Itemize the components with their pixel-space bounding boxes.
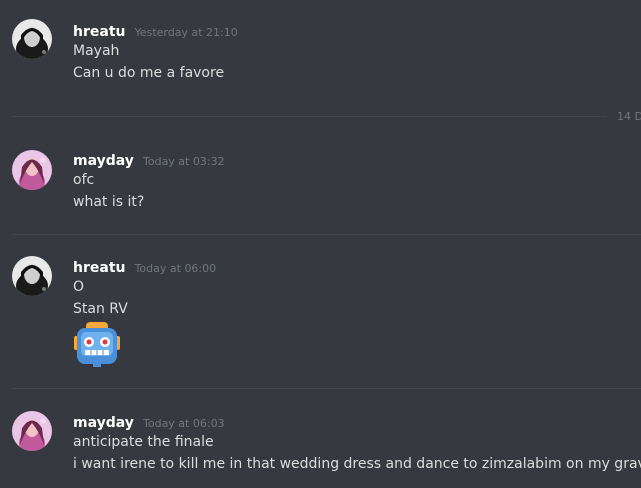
message-text: i want irene to kill me in that wedding … [73,456,641,472]
timestamp[interactable]: Yesterday at 21:10 [135,26,238,39]
avatar-hreatu[interactable] [12,256,52,296]
message-text: Mayah [73,43,120,59]
username[interactable]: mayday [73,415,134,431]
message-text: what is it? [73,194,145,210]
message-header: hreatu Yesterday at 21:10 [73,21,238,40]
timestamp[interactable]: Today at 06:00 [135,262,217,275]
username[interactable]: hreatu [73,24,125,40]
avatar-hreatu[interactable] [12,19,52,59]
message-text: Can u do me a favore [73,65,225,81]
username[interactable]: mayday [73,153,134,169]
message-header: mayday Today at 03:32 [73,150,225,169]
message-text: O [73,279,85,295]
robot-emoji-icon[interactable] [73,322,121,368]
message-header: mayday Today at 06:03 [73,412,225,431]
message-header: hreatu Today at 06:00 [73,257,216,276]
date-divider-label: 14 D [617,110,641,123]
message-divider [12,234,641,235]
message-divider [12,388,641,389]
username[interactable]: hreatu [73,260,125,276]
message-text: Stan RV [73,301,128,317]
date-divider [12,116,607,117]
message-text: ofc [73,172,95,188]
timestamp[interactable]: Today at 06:03 [143,417,225,430]
message-text: anticipate the finale [73,434,214,450]
timestamp[interactable]: Today at 03:32 [143,155,225,168]
avatar-mayday[interactable] [12,150,52,190]
avatar-mayday[interactable] [12,411,52,451]
